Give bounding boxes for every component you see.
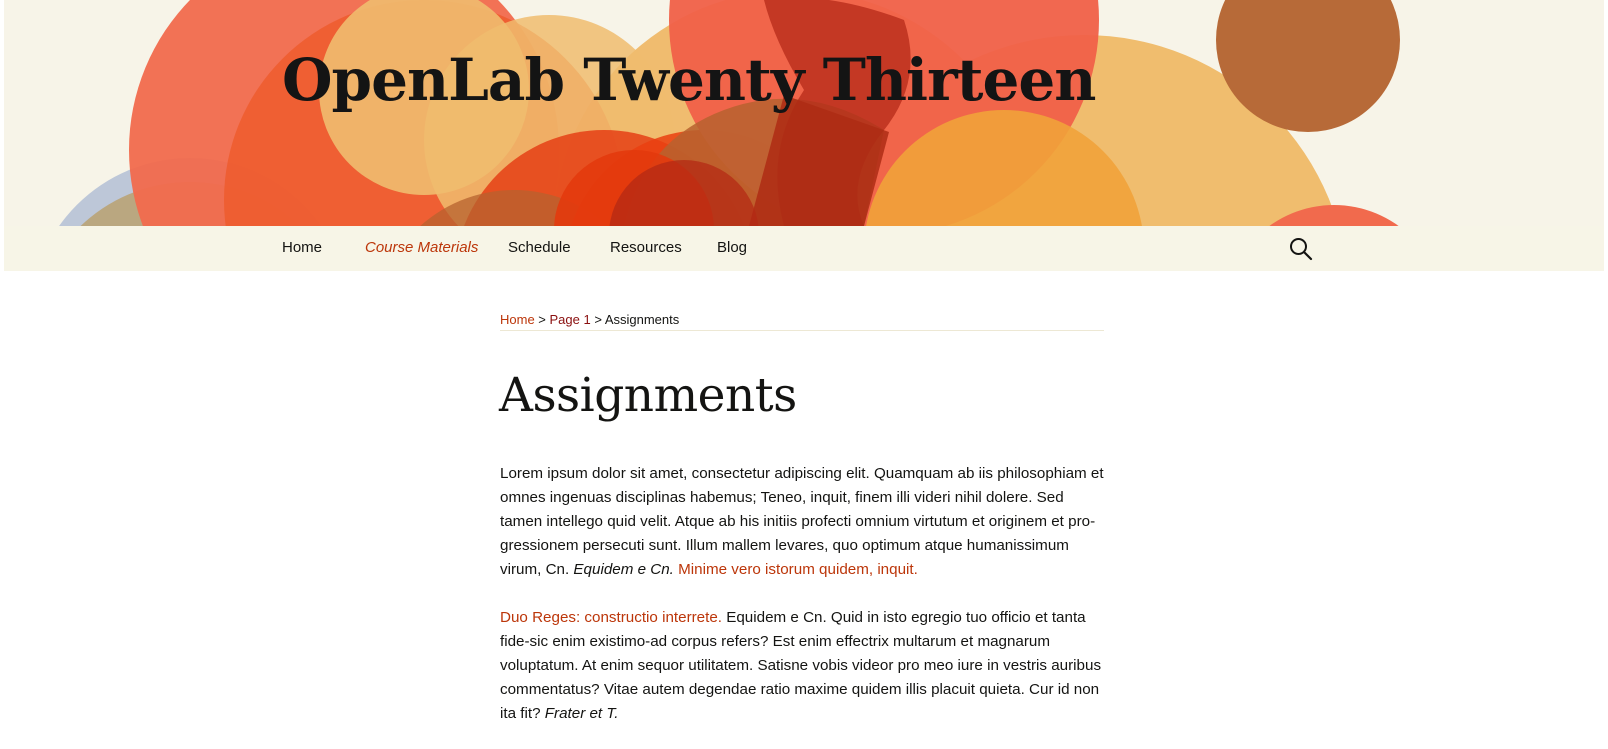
- entry-content: Lorem ipsum dolor sit amet, consectetur …: [500, 462, 1104, 749]
- breadcrumb-current: Assignments: [604, 312, 680, 327]
- page-title: Assignments: [499, 368, 797, 423]
- nav-item-home[interactable]: Home: [282, 239, 322, 256]
- nav-item-course-materials[interactable]: Course Materials: [365, 239, 478, 256]
- inline-link[interactable]: Duo Reges: constructio interrete.: [500, 609, 722, 626]
- site-header: OpenLab Twenty Thirteen: [4, 0, 1604, 226]
- paragraph-1: Lorem ipsum dolor sit amet, consectetur …: [500, 462, 1104, 582]
- emphasis-text: Frater et T.: [544, 705, 619, 722]
- main-navigation: Home Course Materials Schedule Resources…: [4, 226, 1604, 271]
- breadcrumb-page1-link[interactable]: Page 1: [550, 312, 591, 327]
- breadcrumb-separator: >: [534, 312, 550, 327]
- breadcrumb: Home > Page 1 > Assignments: [500, 312, 1104, 330]
- nav-item-resources[interactable]: Resources: [610, 239, 682, 256]
- breadcrumb-home-link[interactable]: Home: [500, 312, 535, 327]
- inline-link[interactable]: Minime vero istorum quidem, inquit.: [678, 561, 918, 578]
- breadcrumb-separator: >: [590, 312, 605, 327]
- search-icon[interactable]: [1288, 236, 1314, 262]
- nav-item-blog[interactable]: Blog: [717, 239, 747, 256]
- site-title[interactable]: OpenLab Twenty Thirteen: [282, 46, 1096, 114]
- page: OpenLab Twenty Thirteen Home Course Mate…: [4, 0, 1604, 749]
- paragraph-2: Duo Reges: constructio interrete. Equide…: [500, 606, 1104, 726]
- nav-item-schedule[interactable]: Schedule: [508, 239, 571, 256]
- emphasis-text: Equidem e Cn.: [573, 561, 674, 578]
- breadcrumb-divider: [500, 330, 1104, 331]
